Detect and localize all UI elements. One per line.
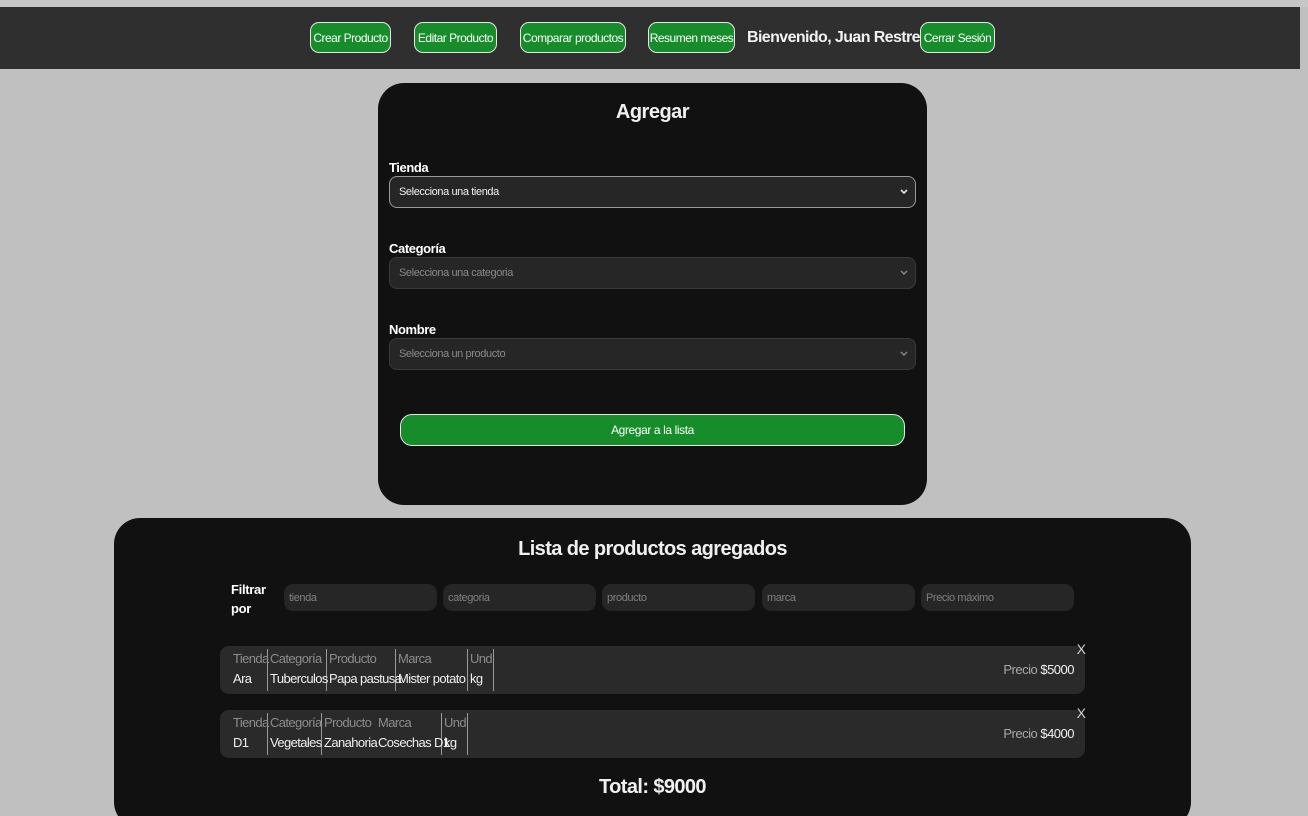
cell-marca: Marca Cosechas D1	[376, 713, 450, 755]
product-list-card: Lista de productos agregados Filtrar por…	[114, 518, 1191, 816]
add-product-form: Agregar Tienda Selecciona una tienda Cat…	[378, 83, 927, 505]
cell-marca: Marca Mister potato	[396, 649, 468, 691]
filter-tienda-input[interactable]	[284, 584, 437, 611]
cerrar-sesion-button[interactable]: Cerrar Sesión	[920, 22, 995, 53]
chevron-down-icon	[899, 186, 909, 198]
filter-producto-input[interactable]	[602, 584, 755, 611]
categoria-label: Categoría	[389, 241, 446, 256]
crear-producto-button[interactable]: Crear Producto	[310, 22, 391, 53]
cell-categoria: Categoría Tuberculos	[268, 649, 328, 691]
cell-producto: Producto Papa pastusa	[327, 649, 402, 691]
list-item: Tienda Ara Categoría Tuberculos Producto…	[220, 641, 1086, 694]
form-title: Agregar	[615, 101, 690, 123]
cell-tienda: Tienda Ara	[231, 649, 269, 691]
top-strip	[0, 0, 1308, 7]
cell-producto: Producto Zanahoria	[324, 715, 378, 750]
categoria-select-value: Selecciona una categoria	[399, 267, 513, 279]
resumen-meses-button[interactable]: Resumen meses	[648, 22, 735, 53]
chevron-down-icon	[899, 267, 909, 279]
comparar-productos-button[interactable]: Comparar productos	[520, 22, 626, 53]
tienda-label: Tienda	[389, 160, 429, 175]
total-text: Total: $9000	[599, 776, 707, 798]
remove-item-button[interactable]: X	[1077, 705, 1086, 721]
cell-und: Und kg	[468, 649, 494, 691]
filter-marca-input[interactable]	[762, 584, 915, 611]
cell-precio: Precio $5000	[1003, 662, 1074, 677]
welcome-text: Bienvenido, Juan Restrepo	[747, 29, 939, 46]
cell-und: Und kg	[442, 713, 468, 755]
tienda-select[interactable]: Selecciona una tienda	[389, 176, 916, 208]
nombre-select-value: Selecciona un producto	[399, 348, 506, 360]
cell-categoria: Categoría Vegetales	[268, 713, 322, 755]
editar-producto-button[interactable]: Editar Producto	[414, 22, 497, 53]
nombre-select[interactable]: Selecciona un producto	[389, 338, 916, 370]
filter-precio-maximo-input[interactable]	[921, 584, 1074, 611]
cell-precio: Precio $4000	[1003, 726, 1074, 741]
chevron-down-icon	[899, 348, 909, 360]
tienda-select-value: Selecciona una tienda	[399, 186, 499, 198]
categoria-select[interactable]: Selecciona una categoria	[389, 257, 916, 289]
remove-item-button[interactable]: X	[1077, 641, 1086, 657]
cell-tienda: Tienda D1	[231, 713, 269, 755]
filter-categoria-input[interactable]	[443, 584, 596, 611]
navbar: Crear Producto Editar Producto Comparar …	[0, 7, 1300, 69]
agregar-a-la-lista-button[interactable]: Agregar a la lista	[400, 414, 905, 446]
list-title: Lista de productos agregados	[518, 538, 787, 560]
list-item: Tienda D1 Categoría Vegetales Producto Z…	[220, 705, 1086, 758]
nombre-label: Nombre	[389, 322, 436, 337]
filter-label: Filtrar por	[231, 582, 266, 616]
